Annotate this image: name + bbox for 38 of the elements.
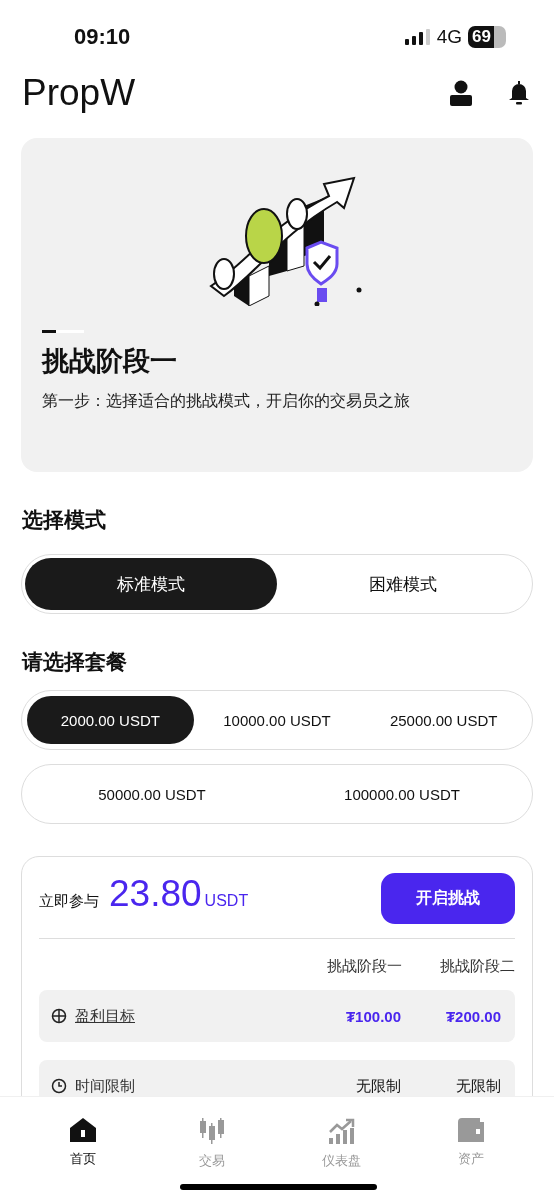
column-header: 挑战阶段一 <box>327 957 402 976</box>
notification-icon[interactable] <box>508 81 530 105</box>
package-option[interactable]: 100000.00 USDT <box>277 770 527 818</box>
section-title: 请选择套餐 <box>22 649 128 675</box>
crosshair-icon <box>51 1008 67 1024</box>
table-cell-text: ₮200.00 <box>444 1007 501 1025</box>
hero-subtitle: 第一步：选择适合的挑战模式，开启你的交易员之旅 <box>42 391 411 411</box>
status-time: 09:10 <box>74 24 131 50</box>
package-option[interactable]: 2000.00 USDT <box>27 696 194 744</box>
start-challenge-button[interactable]: 开启挑战 <box>381 873 515 924</box>
join-label: 立即参与 <box>39 892 99 911</box>
tab-item[interactable]: 首页 <box>42 1117 123 1171</box>
price-value: 23.80 <box>109 873 202 915</box>
table-cell-text: 无限制 <box>355 1076 401 1096</box>
wallet-icon <box>458 1118 485 1142</box>
price-currency: USDT <box>204 892 249 910</box>
mode-option[interactable]: 标准模式 <box>25 558 277 610</box>
hero-title: 挑战阶段一 <box>42 345 178 378</box>
home-icon <box>69 1118 96 1142</box>
candlestick-icon <box>199 1118 226 1144</box>
table-cell-text: 无限制 <box>455 1076 501 1096</box>
metric-link[interactable]: 盈利目标 <box>75 1006 135 1026</box>
column-header: 挑战阶段二 <box>440 957 515 976</box>
signal-icon <box>404 29 431 45</box>
clock-icon <box>51 1078 67 1094</box>
section-title: 选择模式 <box>22 507 107 533</box>
app-title: PropW <box>22 72 136 114</box>
mode-option[interactable]: 困难模式 <box>277 558 529 610</box>
metric-label: 时间限制 <box>75 1076 135 1096</box>
growth-chart-icon <box>328 1118 355 1144</box>
package-option[interactable]: 50000.00 USDT <box>27 770 277 818</box>
package-option[interactable]: 25000.00 USDT <box>360 696 527 744</box>
table-cell-text: ₮100.00 <box>344 1007 401 1025</box>
progress-dash-icon <box>42 330 84 333</box>
package-option[interactable]: 10000.00 USDT <box>193 696 361 744</box>
battery-indicator: 69 <box>468 26 506 48</box>
network-label: 4G <box>436 26 462 48</box>
profile-icon[interactable] <box>450 80 472 106</box>
